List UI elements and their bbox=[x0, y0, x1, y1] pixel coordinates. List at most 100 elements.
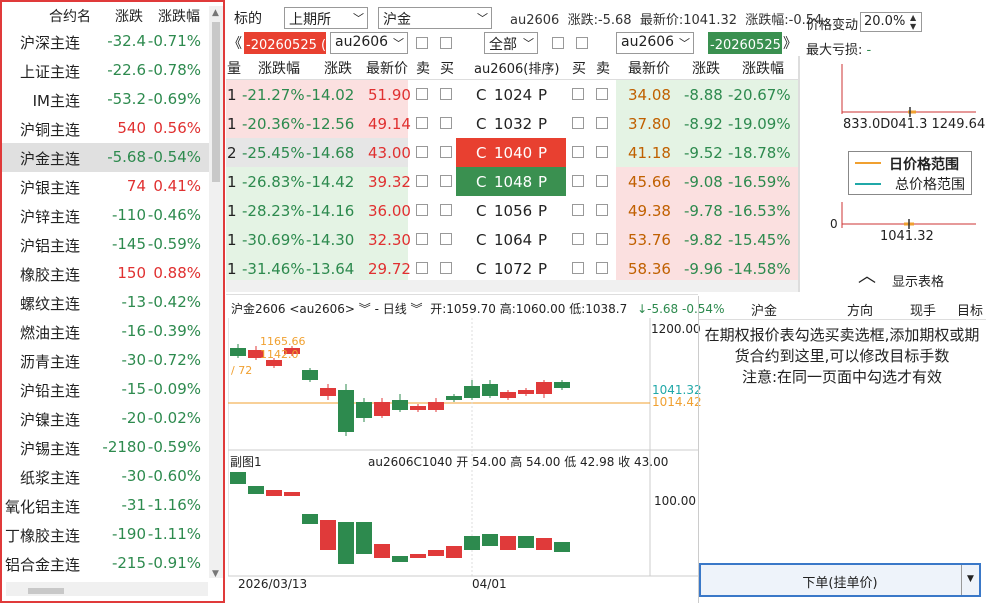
option-row[interactable]: 1 -26.83% -14.42 39.32 C 1048 P 45.66 -9.08 -16.5… bbox=[226, 167, 798, 196]
place-order-button[interactable]: 下单(挂单价) ▼ bbox=[699, 563, 981, 597]
put-buy-checkbox[interactable] bbox=[572, 204, 584, 216]
put-sell-checkbox[interactable] bbox=[596, 262, 608, 274]
kline-chart[interactable] bbox=[228, 318, 698, 580]
divider bbox=[798, 56, 800, 292]
call-sell-checkbox[interactable] bbox=[416, 175, 428, 187]
call-change: -14.30 bbox=[306, 231, 355, 249]
put-sell-checkbox[interactable] bbox=[596, 146, 608, 158]
price-change-value: 20.0% bbox=[864, 14, 906, 29]
scroll-right-icon[interactable]: 》 bbox=[783, 33, 797, 53]
col-call-buy[interactable]: 买 bbox=[440, 58, 454, 78]
call-buy-checkbox[interactable] bbox=[440, 146, 452, 158]
col-call-last[interactable]: 最新价 bbox=[366, 58, 408, 78]
order-col-direction[interactable]: 方向 bbox=[847, 300, 873, 319]
order-dropdown-icon[interactable]: ▼ bbox=[961, 565, 979, 595]
call-letter: C bbox=[476, 173, 487, 191]
option-row[interactable]: 1 -28.23% -14.16 36.00 C 1056 P 49.38 -9.78 -16.5… bbox=[226, 196, 798, 225]
col-call-change[interactable]: 涨跌 bbox=[324, 58, 352, 78]
call-buy-checkbox[interactable] bbox=[440, 175, 452, 187]
put-expiry-tab[interactable]: -20260525 (剩 bbox=[708, 32, 782, 54]
col-put-pct[interactable]: 涨跌幅 bbox=[742, 58, 784, 78]
exchange-select[interactable]: 上期所 ﹀ bbox=[284, 7, 368, 29]
kline-high: 高:1060.00 bbox=[499, 302, 566, 316]
put-sell-checkbox[interactable] bbox=[596, 117, 608, 129]
put-contract-select[interactable]: au2606 ﹀ bbox=[616, 32, 694, 54]
call-contract-select[interactable]: au2606 ﹀ bbox=[330, 32, 408, 54]
filter-checkbox-4[interactable] bbox=[576, 37, 588, 49]
put-last: 37.80 bbox=[628, 115, 671, 133]
show-table-button[interactable]: 显示表格 bbox=[892, 271, 944, 290]
put-change: -9.78 bbox=[684, 202, 723, 220]
option-row[interactable]: 2 -25.45% -14.68 43.00 C 1040 P 41.18 -9.52 -18.7… bbox=[226, 138, 798, 167]
call-buy-checkbox[interactable] bbox=[440, 204, 452, 216]
put-pct: -18.78% bbox=[728, 144, 791, 162]
product-select[interactable]: 沪金 ﹀ bbox=[378, 7, 492, 29]
candle-body bbox=[536, 382, 552, 394]
volume: 1 bbox=[227, 173, 237, 191]
put-sell-checkbox[interactable] bbox=[596, 175, 608, 187]
scroll-left-icon[interactable]: 《 bbox=[228, 33, 242, 53]
call-buy-checkbox[interactable] bbox=[440, 233, 452, 245]
chevron-down-icon: ﹀ bbox=[393, 37, 404, 50]
put-buy-checkbox[interactable] bbox=[572, 146, 584, 158]
call-sell-checkbox[interactable] bbox=[416, 233, 428, 245]
order-col-target[interactable]: 目标 bbox=[957, 300, 983, 319]
filter-select[interactable]: 全部 ﹀ bbox=[484, 32, 538, 54]
sub-candle-body bbox=[248, 486, 264, 494]
put-buy-checkbox[interactable] bbox=[572, 233, 584, 245]
put-pct: -16.53% bbox=[728, 202, 791, 220]
put-buy-checkbox[interactable] bbox=[572, 175, 584, 187]
col-put-buy[interactable]: 买 bbox=[572, 58, 586, 78]
col-call-sell[interactable]: 卖 bbox=[416, 58, 430, 78]
spinner-arrows-icon[interactable]: ▲ ▼ bbox=[910, 13, 916, 31]
put-sell-checkbox[interactable] bbox=[596, 88, 608, 100]
call-buy-checkbox[interactable] bbox=[440, 262, 452, 274]
call-pct: -21.27% bbox=[242, 86, 305, 104]
payoff-axis1-right: 1249.64 bbox=[931, 117, 986, 132]
put-buy-checkbox[interactable] bbox=[572, 88, 584, 100]
call-sell-checkbox[interactable] bbox=[416, 146, 428, 158]
option-table-hscrollbar[interactable] bbox=[226, 280, 798, 292]
filter-checkbox-1[interactable] bbox=[416, 37, 428, 49]
col-volume[interactable]: 量 bbox=[227, 58, 241, 78]
col-call-pct[interactable]: 涨跌幅 bbox=[258, 58, 300, 78]
kline-title[interactable]: 沪金2606 <au2606> ︾ - 日线 ︾ bbox=[231, 302, 423, 316]
put-buy-checkbox[interactable] bbox=[572, 262, 584, 274]
call-pct: -31.46% bbox=[242, 260, 305, 278]
payoff-axis1-labels: 833.0D041.3 1249.64 bbox=[843, 117, 985, 132]
filter-checkbox-2[interactable] bbox=[440, 37, 452, 49]
sub-candle-body bbox=[554, 542, 570, 552]
call-change: -14.02 bbox=[306, 86, 355, 104]
col-strike-sort[interactable]: au2606(排序) bbox=[474, 58, 559, 77]
option-row[interactable]: 1 -20.36% -12.56 49.14 C 1032 P 37.80 -8.92 -19.0… bbox=[226, 109, 798, 138]
sub-chart-candles bbox=[230, 472, 570, 564]
order-col-product[interactable]: 沪金 bbox=[751, 300, 777, 319]
call-sell-checkbox[interactable] bbox=[416, 117, 428, 129]
call-expiry-tab[interactable]: -20260525 (剩 bbox=[244, 32, 326, 54]
order-list-header: 沪金 方向 现手 目标 bbox=[699, 298, 986, 320]
call-sell-checkbox[interactable] bbox=[416, 262, 428, 274]
call-sell-checkbox[interactable] bbox=[416, 204, 428, 216]
put-buy-checkbox[interactable] bbox=[572, 117, 584, 129]
volume: 1 bbox=[227, 231, 237, 249]
col-put-sell[interactable]: 卖 bbox=[596, 58, 610, 78]
order-instruction: 在期权报价表勾选买卖选框,添加期权或期货合约到这里,可以修改目标手数 bbox=[704, 326, 980, 365]
option-row[interactable]: 1 -21.27% -14.02 51.90 C 1024 P 34.08 -8.88 -20.6… bbox=[226, 80, 798, 109]
chevron-up-icon[interactable]: ︿ bbox=[858, 268, 876, 286]
call-buy-checkbox[interactable] bbox=[440, 88, 452, 100]
candle-body bbox=[500, 392, 516, 398]
order-col-qty[interactable]: 现手 bbox=[910, 300, 936, 319]
put-sell-checkbox[interactable] bbox=[596, 233, 608, 245]
col-put-change[interactable]: 涨跌 bbox=[692, 58, 720, 78]
col-put-last[interactable]: 最新价 bbox=[628, 58, 670, 78]
call-sell-checkbox[interactable] bbox=[416, 88, 428, 100]
put-change: -9.82 bbox=[684, 231, 723, 249]
put-sell-checkbox[interactable] bbox=[596, 204, 608, 216]
option-row[interactable]: 1 -30.69% -14.30 32.30 C 1064 P 53.76 -9.82 -15.4… bbox=[226, 225, 798, 254]
sub-candle-body bbox=[482, 534, 498, 546]
call-pct: -25.45% bbox=[242, 144, 305, 162]
call-buy-checkbox[interactable] bbox=[440, 117, 452, 129]
candle-body bbox=[302, 370, 318, 380]
option-row[interactable]: 1 -31.46% -13.64 29.72 C 1072 P 58.36 -9.96 -14.5… bbox=[226, 254, 798, 283]
filter-checkbox-3[interactable] bbox=[552, 37, 564, 49]
